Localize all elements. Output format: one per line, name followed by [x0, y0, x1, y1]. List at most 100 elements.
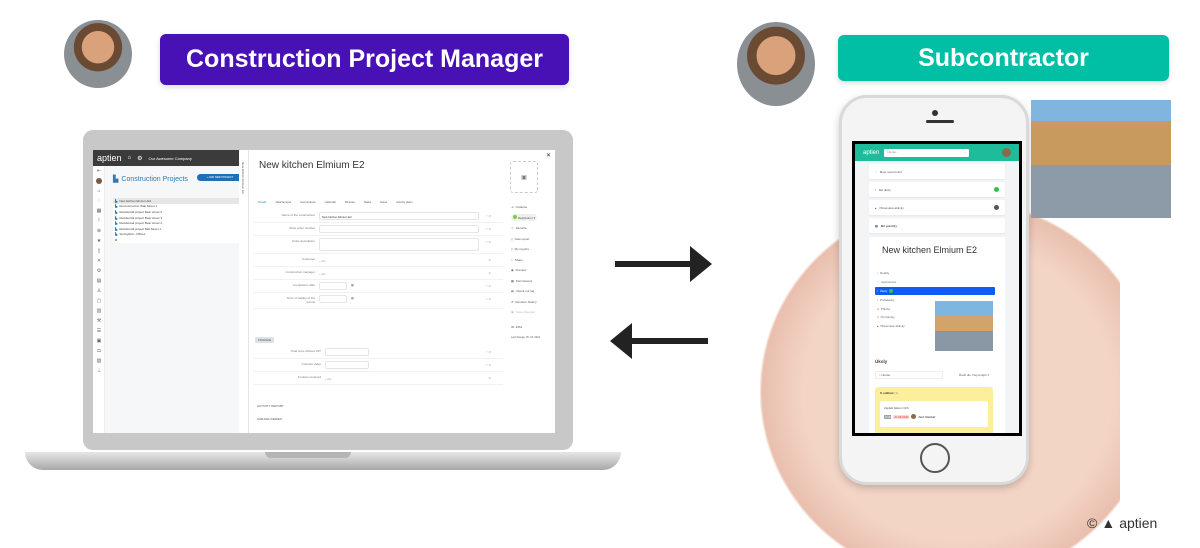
mobile-record: New kitchen Elmium E2 › Detaily ◌ Upozorně…	[869, 237, 1005, 433]
tools-icon[interactable]: ✕	[93, 256, 105, 266]
home-button[interactable]	[920, 443, 950, 473]
work-order-input[interactable]	[319, 225, 479, 233]
clipboard-icon[interactable]: ▤	[93, 276, 105, 286]
invoices-add-link[interactable]: + add	[325, 378, 331, 381]
document-icon[interactable]: ▯	[93, 246, 105, 256]
link-icon[interactable]: ↗ ⊘	[485, 297, 491, 301]
notifications-card[interactable]: ◌ Moje upozornění	[869, 164, 1005, 179]
planned-activities-card[interactable]: ▴ Plánované aktivity	[869, 200, 1005, 215]
field-row: Contract value ↗ ⊘	[253, 359, 503, 372]
aptien-logo[interactable]: aptien	[863, 150, 879, 156]
task-icon[interactable]: !	[93, 216, 105, 226]
manager-add-link[interactable]: + add	[319, 273, 325, 276]
customer-add-link[interactable]: + add	[319, 260, 325, 263]
settings-icon[interactable]: ⚙	[137, 155, 142, 162]
link-icon[interactable]: ⊘	[488, 271, 491, 275]
org-chart-icon[interactable]: ⊥	[93, 366, 105, 376]
mobile-search-input[interactable]: Hledat... ⌕	[884, 148, 970, 157]
globe-icon[interactable]: ⊕	[93, 226, 105, 236]
status-dropdown[interactable]: Realization ▾	[511, 213, 551, 224]
total-price-input[interactable]	[325, 348, 369, 356]
person-icon[interactable]: ♙	[93, 286, 105, 296]
arrow-right-icon	[615, 261, 693, 267]
menu-tasks[interactable]: ! Úkoly	[875, 286, 995, 296]
list-icon[interactable]: ☰	[93, 326, 105, 336]
bell-icon[interactable]: ◌	[93, 196, 105, 206]
briefcase-icon[interactable]: ◘	[93, 346, 105, 356]
tab-notes[interactable]: Notes	[380, 200, 387, 204]
permit-validity-input[interactable]	[319, 295, 347, 303]
sub-deliveries-toggle[interactable]: SUB-DELIVERIES	[257, 417, 282, 421]
favorite-action[interactable]: ☆ Favorite	[511, 223, 551, 234]
my-items-card[interactable]: ▤ Mé položky	[869, 218, 1005, 233]
completion-date-input[interactable]	[319, 282, 347, 290]
revision-history-action[interactable]: ↺ Revision history	[511, 297, 551, 308]
wrench-icon[interactable]: ⚒	[93, 316, 105, 326]
link-icon[interactable]: ↗ ⊘	[485, 363, 491, 367]
home-icon[interactable]: ⌂	[93, 186, 105, 196]
menu-details[interactable]: › Detaily	[875, 269, 995, 278]
record-vertical-tab[interactable]: New kitchen Elmium E2	[239, 150, 249, 433]
history-icon: ↺	[511, 299, 514, 304]
field-label: Work order number	[289, 226, 315, 230]
task-card[interactable]: Zaplatit fakturu VFS 2/10 17.06.2024 Ale…	[880, 401, 988, 427]
construction-name-input[interactable]: New kitchen Elmium E2	[319, 212, 479, 220]
tab-calendar[interactable]: Calendar	[325, 200, 336, 204]
collapse-action[interactable]: ⇥ Collapse	[511, 202, 551, 213]
tab-connections[interactable]: Connections	[300, 200, 316, 204]
tab-attachments[interactable]: Attachments	[276, 200, 292, 204]
contacts-icon[interactable]: ▣	[93, 336, 105, 346]
star-icon[interactable]: ★	[93, 236, 105, 246]
file-icon[interactable]: ▢	[93, 296, 105, 306]
company-name[interactable]: Our Awesome Company	[149, 156, 192, 161]
new-report-action[interactable]: ▯ New report	[511, 234, 551, 245]
activity-report-toggle[interactable]: ACTIVITY REPORT	[257, 404, 284, 408]
link-icon[interactable]: ↗ ⊘	[485, 214, 491, 218]
save-changes-action[interactable]: ▣ Save changes	[511, 307, 551, 318]
field-label: Contract value	[301, 362, 321, 366]
action-label: Collapse	[515, 205, 528, 210]
contract-value-input[interactable]	[325, 361, 369, 369]
sort-dropdown[interactable]: Řadit dle: Nejnovější ▾	[959, 373, 989, 377]
share-icon: <	[511, 257, 513, 262]
field-label: Invoices received	[297, 375, 321, 379]
user-avatar[interactable]	[93, 176, 105, 186]
aptien-logo[interactable]: aptien	[97, 153, 122, 163]
user-avatar[interactable]	[1002, 148, 1011, 157]
link-icon[interactable]: ↗ ⊘	[485, 284, 491, 288]
tab-activity-plans[interactable]: Activity plans	[396, 200, 412, 204]
permissions-action[interactable]: ▦ Permissions	[511, 276, 551, 287]
tasks-search-input[interactable]: ⌕ Hledat	[875, 371, 943, 379]
link-icon[interactable]: ⊘	[488, 258, 491, 262]
calendar-icon[interactable]: ▦	[351, 296, 354, 300]
collapse-icon[interactable]: ⇤	[93, 166, 105, 176]
gear-icon[interactable]: ⚙	[93, 266, 105, 276]
book-icon[interactable]: ▥	[93, 306, 105, 316]
calendar-icon[interactable]: ▦	[351, 283, 354, 287]
report-icon[interactable]: ▧	[93, 356, 105, 366]
my-reports-action[interactable]: ▯ My reports	[511, 244, 551, 255]
menu-notifications[interactable]: ◌ Upozornění	[875, 278, 995, 287]
task-icon: !	[875, 187, 876, 192]
link-icon[interactable]: ⊘	[488, 376, 491, 380]
link-icon[interactable]: ↗ ⊘	[485, 240, 491, 244]
link-icon[interactable]: ↗ ⊘	[485, 227, 491, 231]
finance-section-toggle[interactable]: FINANCE	[255, 337, 275, 343]
record-tabs: Details Attachments Connections Calendar…	[258, 200, 413, 204]
my-tasks-card[interactable]: ! Mé úkoly	[869, 182, 1005, 197]
tab-tasks[interactable]: Tasks	[364, 200, 371, 204]
tab-minutes[interactable]: Minutes	[345, 200, 355, 204]
tab-details[interactable]: Details	[258, 200, 267, 204]
card-label: Plánované aktivity	[879, 205, 904, 210]
check-out-log-action[interactable]: ▤ Check out log	[511, 286, 551, 297]
add-project-button[interactable]: + ADD NEW PROJECT	[197, 174, 243, 181]
link-icon[interactable]: ↗ ⊘	[485, 350, 491, 354]
share-action[interactable]: < Share	[511, 255, 551, 266]
calendar-icon[interactable]: ▦	[93, 206, 105, 216]
order-description-input[interactable]	[319, 238, 479, 251]
menu-label: Detaily	[880, 271, 890, 276]
home-icon[interactable]: ⌂	[128, 155, 132, 161]
preview-action[interactable]: ◉ Preview	[511, 265, 551, 276]
close-icon[interactable]: ✕	[546, 152, 551, 159]
image-placeholder-icon[interactable]: ▣	[510, 161, 538, 193]
